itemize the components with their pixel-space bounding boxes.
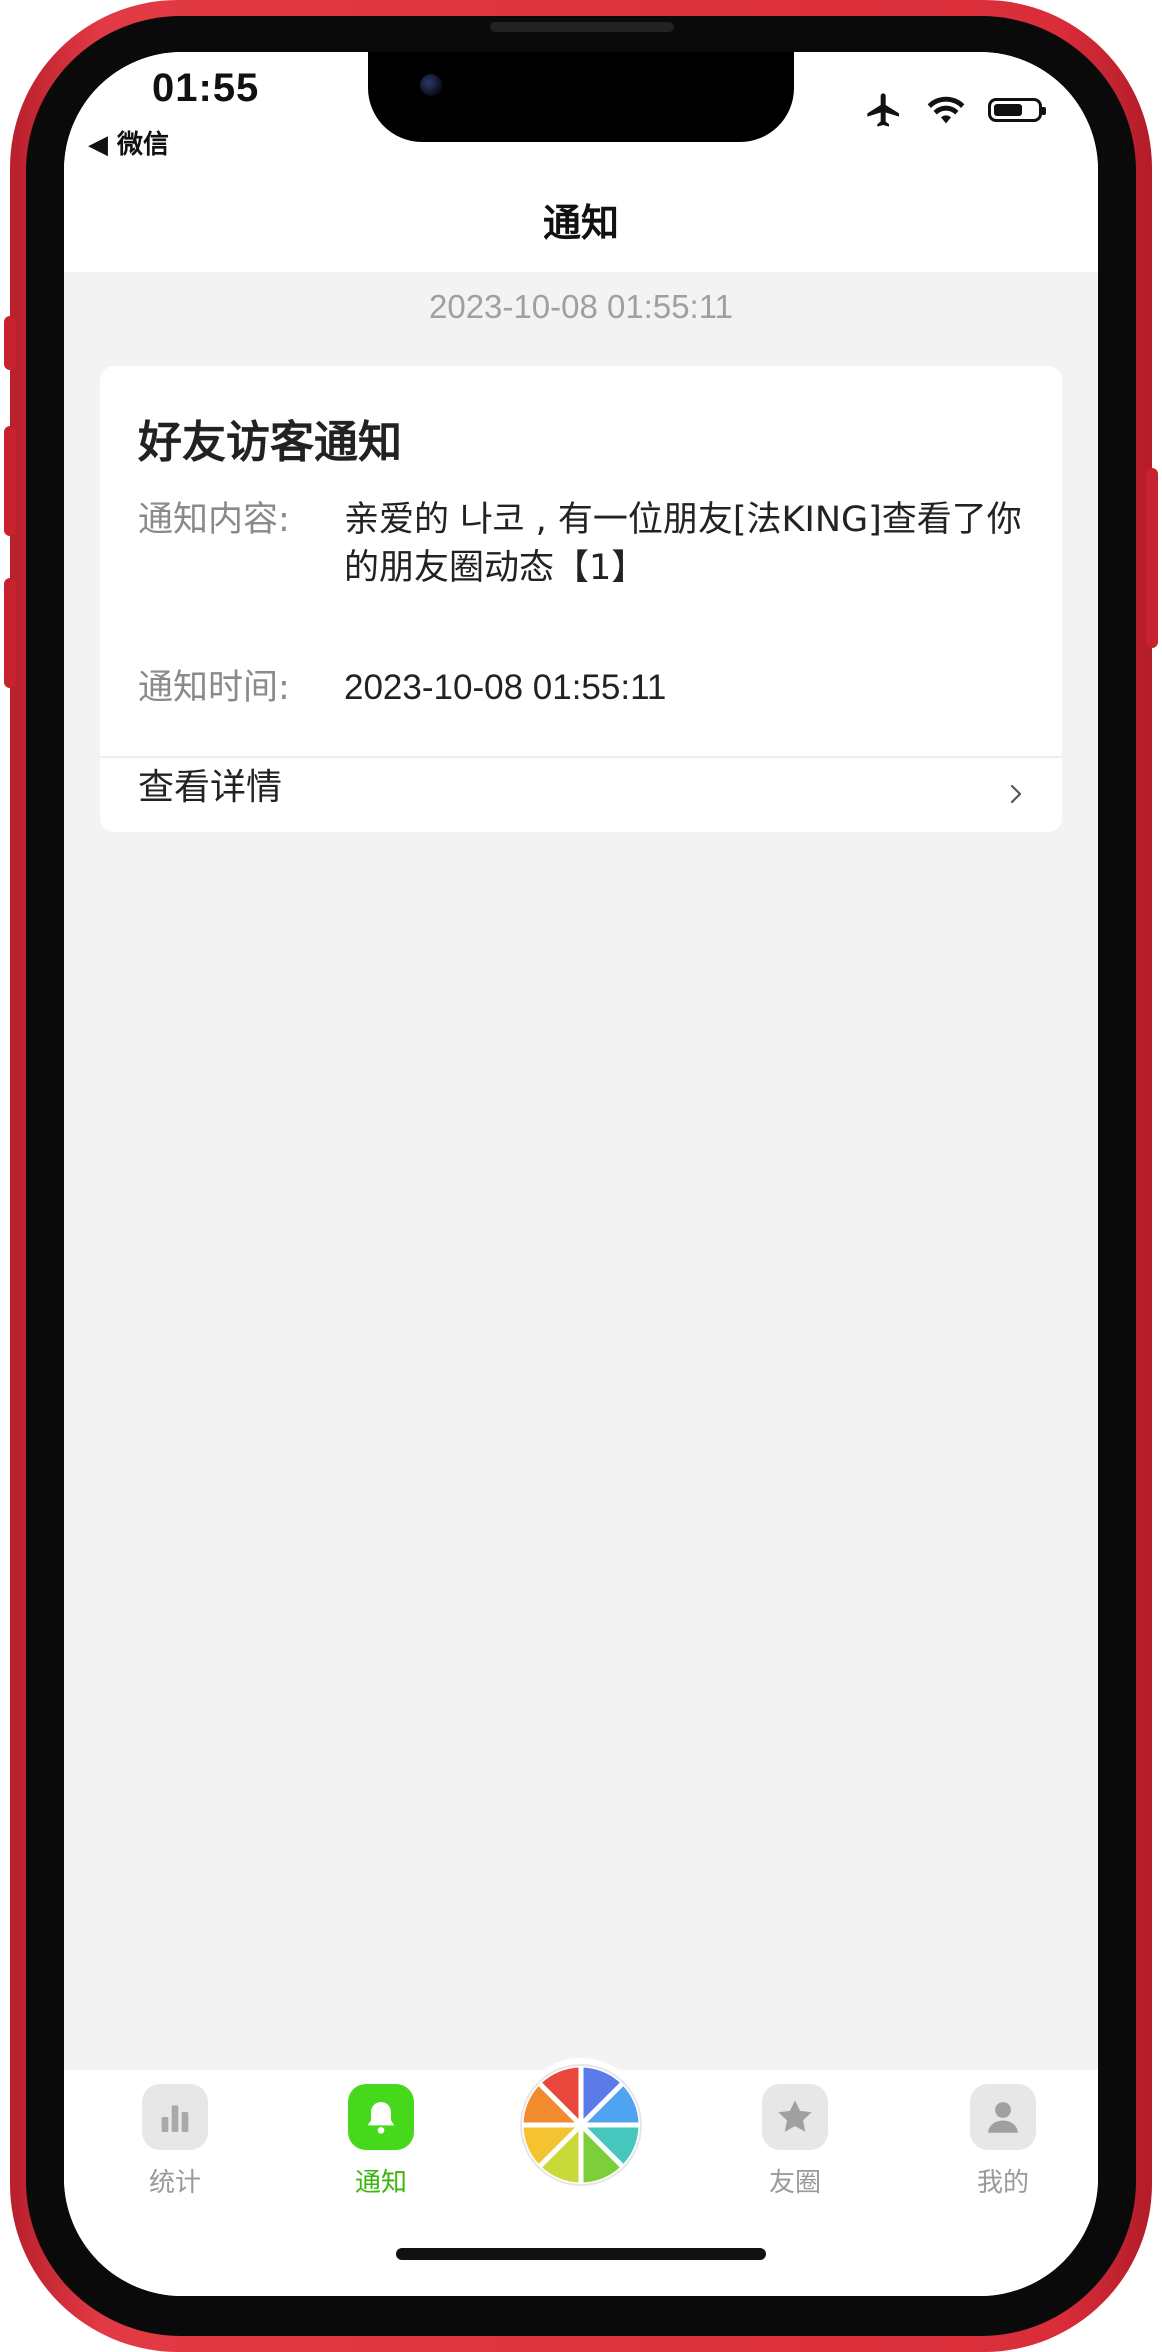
- status-time: 01:55: [152, 66, 260, 110]
- tab-bar: 统计 通知 友圈 我的: [64, 2058, 1098, 2296]
- tab-notifications-label: 通知: [354, 2168, 407, 2198]
- tab-statistics-label: 统计: [148, 2168, 201, 2198]
- tab-notifications-icon-box: [348, 2084, 414, 2150]
- mute-switch: [4, 316, 16, 370]
- home-indicator[interactable]: [396, 2248, 766, 2260]
- message-timestamp: 2023-10-08 01:55:11: [429, 288, 733, 325]
- earpiece-speaker: [490, 22, 674, 32]
- chevron-right-icon: [1010, 784, 1022, 804]
- wifi-icon: [927, 96, 965, 124]
- bell-icon: [367, 2102, 395, 2134]
- tab-moments[interactable]: 友圈: [740, 2084, 850, 2199]
- battery-icon: [988, 98, 1046, 122]
- bar-chart-icon: [161, 2105, 189, 2132]
- status-icons: [864, 90, 1046, 130]
- tab-statistics[interactable]: 统计: [120, 2084, 230, 2199]
- page-title: 通知: [542, 201, 619, 245]
- power-button: [1146, 468, 1158, 648]
- airplane-mode-icon: [867, 93, 899, 127]
- tab-statistics-icon-box: [142, 2084, 208, 2150]
- tab-moments-icon-box: [762, 2084, 828, 2150]
- notification-card: 好友访客通知 通知内容: 亲爱的 나코 , 有一位朋友[法KING]查看了你的朋…: [100, 366, 1062, 832]
- user-icon: [988, 2102, 1018, 2133]
- time-label: 通知时间:: [138, 668, 290, 708]
- front-camera: [420, 74, 442, 96]
- tab-notifications[interactable]: 通知: [326, 2084, 436, 2199]
- content-label: 通知内容:: [138, 500, 290, 540]
- content-row: 通知内容: 亲爱的 나코 , 有一位朋友[法KING]查看了你的朋友圈动态【1】: [138, 496, 1022, 592]
- content-value: 亲爱的 나코 , 有一位朋友[法KING]查看了你的朋友圈动态【1】: [344, 500, 1022, 588]
- phone-screen: 01:55 ◀ 微信 通知 2023-10-08 01:55:11 好友访客通知…: [64, 52, 1098, 2296]
- star-icon: [778, 2100, 812, 2132]
- tab-profile-label: 我的: [976, 2168, 1029, 2198]
- tab-moments-label: 友圈: [768, 2168, 821, 2198]
- view-details-row[interactable]: 查看详情: [100, 758, 1062, 832]
- notch: [368, 52, 794, 142]
- tab-profile-icon-box: [970, 2084, 1036, 2150]
- back-to-app-link[interactable]: ◀ 微信: [88, 124, 169, 161]
- volume-up-button: [4, 426, 16, 536]
- view-details-label: 查看详情: [138, 767, 283, 808]
- color-wheel-icon: [518, 2062, 644, 2188]
- notification-title: 好友访客通知: [138, 417, 402, 468]
- tab-profile[interactable]: 我的: [948, 2084, 1058, 2199]
- volume-down-button: [4, 578, 16, 688]
- tab-center-wheel[interactable]: [514, 2058, 648, 2192]
- time-value: 2023-10-08 01:55:11: [344, 668, 667, 707]
- time-row: 通知时间: 2023-10-08 01:55:11: [138, 664, 1022, 712]
